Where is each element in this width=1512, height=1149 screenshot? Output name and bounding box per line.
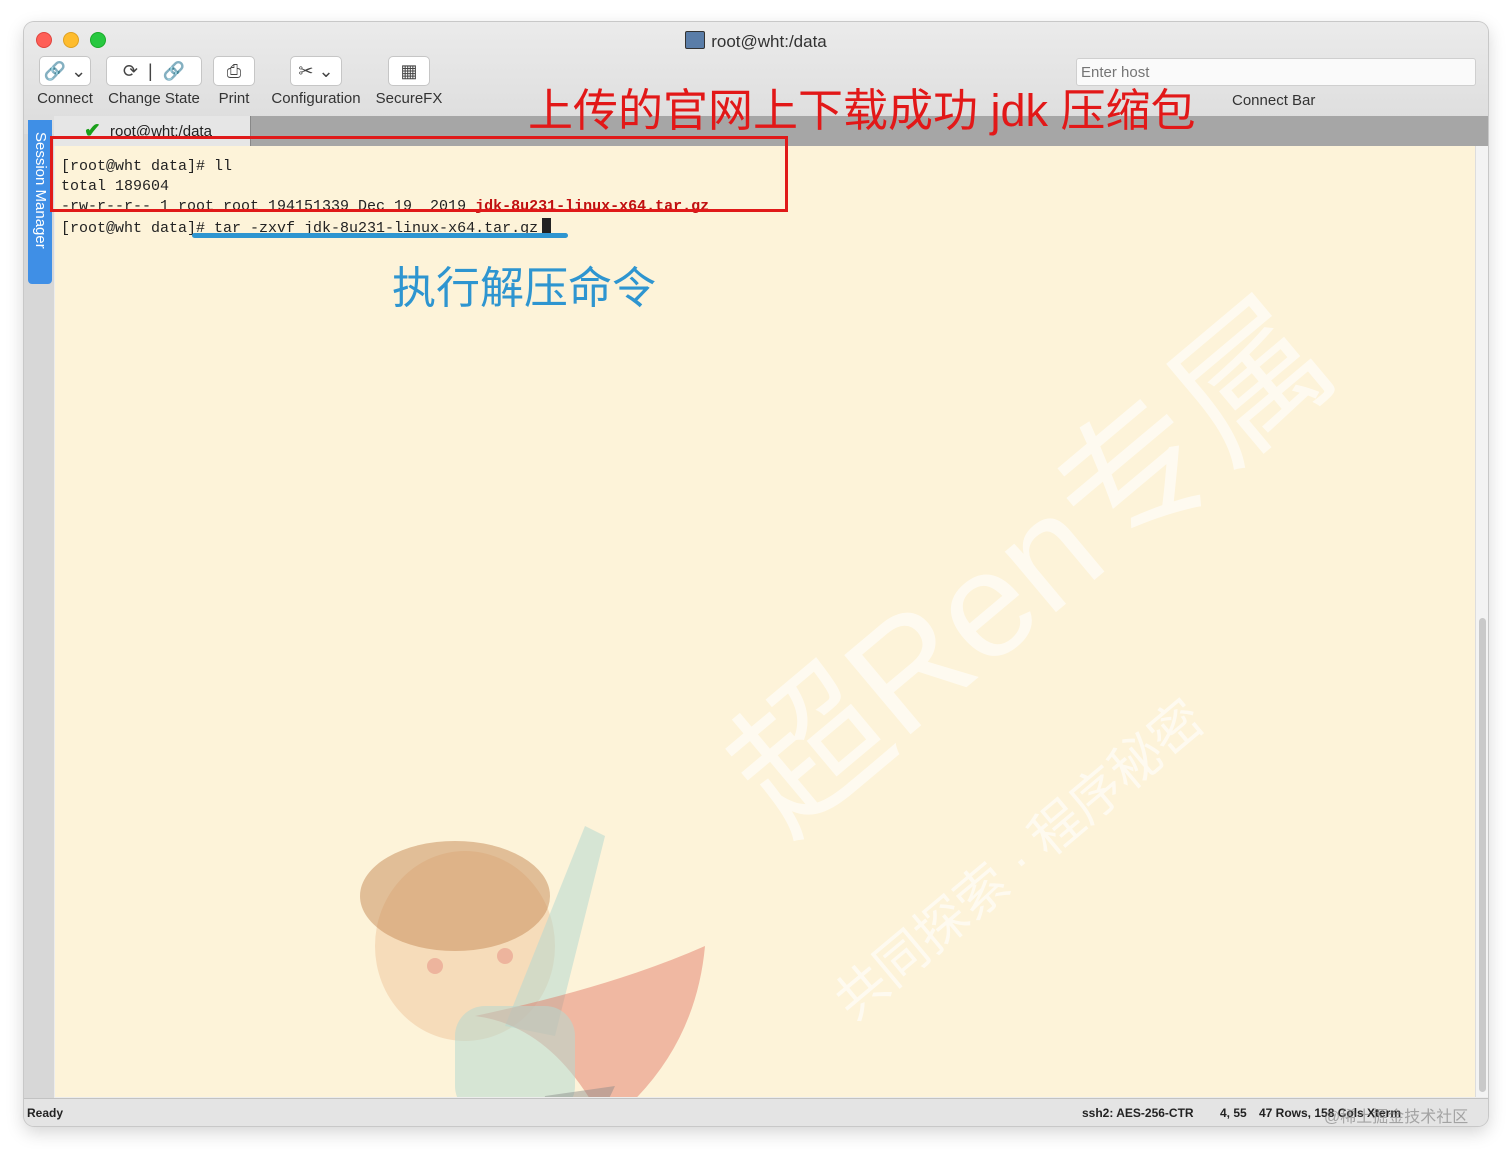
print-button[interactable]: ⎙ Print (210, 56, 258, 107)
connect-bar-label: Connect Bar (1232, 92, 1316, 109)
mascot-watermark (360, 826, 705, 1097)
annotation-blue-underline (192, 233, 568, 238)
link-icon: 🔗 ⌄ (39, 56, 91, 86)
change-state-label: Change State (108, 90, 200, 107)
scrollbar-thumb[interactable] (1479, 618, 1486, 1092)
session-manager-label: Session Manager (32, 132, 49, 249)
configuration-label: Configuration (271, 90, 361, 107)
terminal-icon (685, 31, 706, 49)
connect-label: Connect (37, 90, 93, 107)
vertical-scrollbar[interactable] (1475, 146, 1488, 1097)
corner-watermark: @稀土掘金技术社区 (1324, 1109, 1469, 1126)
print-label: Print (218, 90, 250, 107)
reconnect-icon: ⟳ | 🔗 (106, 56, 202, 86)
securefx-button[interactable]: ▦ SecureFX (374, 56, 444, 107)
annotation-red-box (50, 136, 788, 212)
terminal-area[interactable]: 超Ren专属 共同探索 · 程序秘密 [root@wht data]# ll t… (55, 146, 1475, 1097)
configuration-button[interactable]: ✂ ⌄ Configuration (266, 56, 366, 107)
window-title: root@wht:/data (24, 31, 1488, 52)
status-cipher: ssh2: AES-256-CTR (1082, 1106, 1194, 1120)
annotation-blue-text: 执行解压命令 (392, 264, 656, 313)
securefx-icon: ▦ (388, 56, 430, 86)
status-cursor-position: 4, 55 (1220, 1106, 1247, 1120)
status-bar: Ready ssh2: AES-256-CTR 4, 55 47 Rows, 1… (24, 1098, 1488, 1126)
connect-button[interactable]: 🔗 ⌄ Connect (34, 56, 96, 107)
printer-icon: ⎙ (213, 56, 255, 86)
watermark-main: 超Ren专属 (698, 268, 1363, 864)
window-title-text: root@wht:/data (711, 32, 827, 51)
session-manager-tab[interactable]: Session Manager (28, 120, 52, 284)
status-ready: Ready (27, 1106, 64, 1120)
securefx-label: SecureFX (375, 90, 443, 107)
change-state-button[interactable]: ⟳ | 🔗 Change State (104, 56, 204, 107)
annotation-red-text: 上传的官网上下载成功 jdk 压缩包 (528, 85, 1196, 136)
tools-icon: ✂ ⌄ (290, 56, 342, 86)
